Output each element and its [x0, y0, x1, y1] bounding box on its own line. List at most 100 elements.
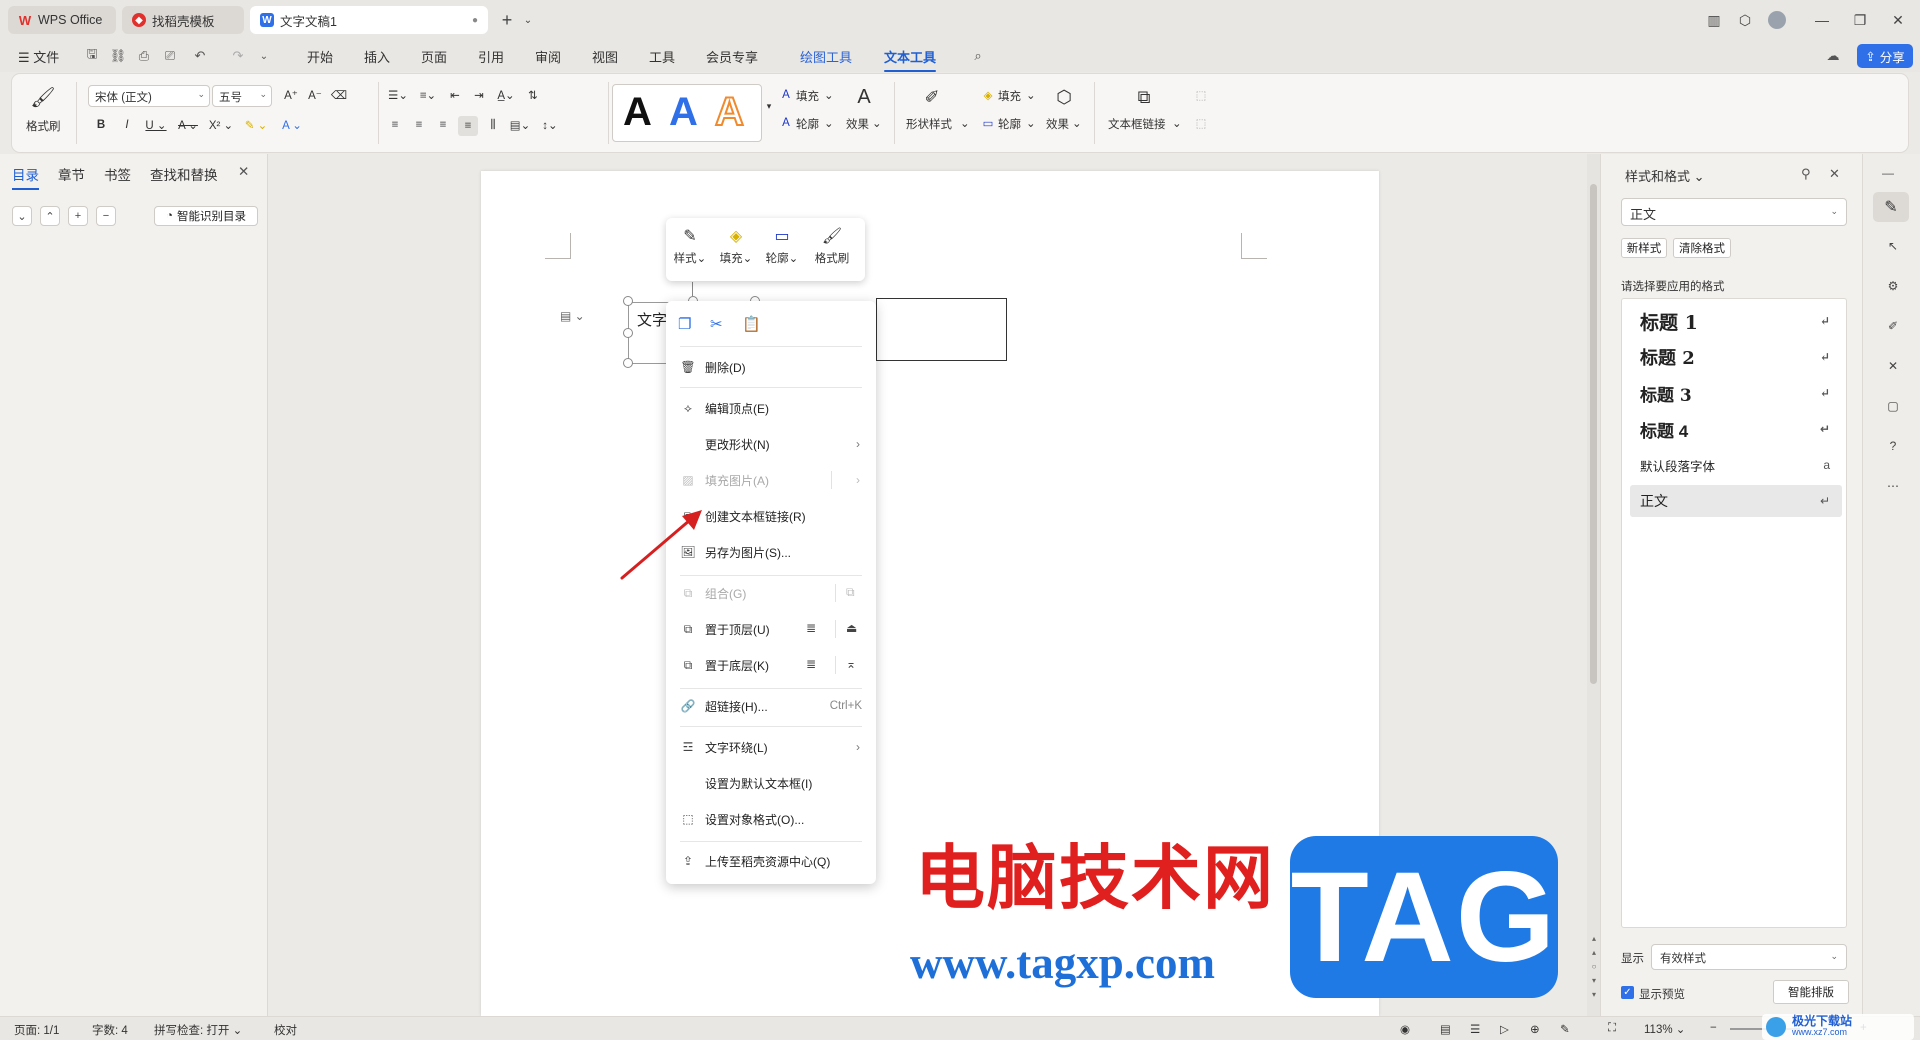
- menu-member[interactable]: 会员专享: [706, 47, 758, 66]
- fit-page-icon[interactable]: ⛶: [1608, 1022, 1616, 1035]
- web-view-icon[interactable]: ⊕: [1530, 1022, 1540, 1036]
- redo-icon[interactable]: ↷: [230, 48, 246, 64]
- sort-icon[interactable]: ⇅: [524, 86, 542, 104]
- print-preview-icon[interactable]: ⎚: [162, 48, 178, 64]
- menu-tools[interactable]: 工具: [649, 47, 675, 66]
- edit-image-icon[interactable]: ✐: [1883, 316, 1903, 336]
- spell-check[interactable]: 拼写检查: 打开 ⌄: [154, 1022, 242, 1038]
- tab-chapters[interactable]: 章节: [58, 164, 85, 184]
- page-view-icon[interactable]: ▤: [1440, 1022, 1451, 1036]
- format-painter-label[interactable]: 格式刷: [26, 118, 61, 134]
- menu-bring-to-front[interactable]: ⧉ 置于顶层(U) ≣ ⏏: [666, 614, 876, 644]
- current-style-select[interactable]: 正文 ⌄: [1621, 198, 1847, 226]
- bring-forward-icon[interactable]: ≣: [806, 621, 822, 637]
- text-fill-icon[interactable]: A: [778, 86, 794, 104]
- textbox-text[interactable]: 文字: [637, 309, 667, 330]
- share-button[interactable]: ⇪ 分享: [1857, 44, 1913, 68]
- line-spacing-icon[interactable]: ↕⌄: [538, 116, 562, 134]
- float-outline-button[interactable]: ▭ 轮廓⌄: [760, 226, 804, 276]
- menu-format-object[interactable]: ⬚ 设置对象格式(O)...: [666, 804, 876, 834]
- undo-icon[interactable]: ↶: [192, 48, 208, 64]
- second-textbox[interactable]: [876, 298, 1007, 361]
- font-name-select[interactable]: 宋体 (正文) ⌄: [88, 85, 210, 107]
- avatar[interactable]: [1768, 11, 1786, 29]
- collapse-chevron-icon[interactable]: ⌄: [12, 206, 32, 226]
- style-normal[interactable]: 正文 ↵: [1630, 485, 1842, 517]
- more-icon[interactable]: ⋯: [1883, 476, 1903, 496]
- shape-fill-label[interactable]: 填充: [998, 88, 1021, 104]
- font-size-select[interactable]: 五号 ⌄: [212, 85, 272, 107]
- word-count[interactable]: 字数: 4: [92, 1022, 128, 1038]
- outline-view-icon[interactable]: ☰: [1470, 1022, 1480, 1036]
- menu-drawing-tools[interactable]: 绘图工具: [800, 47, 852, 66]
- menu-text-wrap[interactable]: ☲ 文字环绕(L) ›: [666, 732, 876, 762]
- restore-icon[interactable]: ❐: [1850, 10, 1870, 30]
- text-effect-chevron-icon[interactable]: ⌄: [872, 116, 882, 130]
- next-textbox-icon[interactable]: ⬚: [1192, 86, 1210, 104]
- unsaved-dot-icon[interactable]: ●: [472, 15, 478, 26]
- menu-text-tools[interactable]: 文本工具: [884, 47, 937, 72]
- shape-outline-label[interactable]: 轮廓: [998, 116, 1021, 132]
- pen-mode-icon[interactable]: ✎: [1560, 1022, 1570, 1036]
- shape-outline-icon[interactable]: ▭: [980, 114, 996, 132]
- columns-icon[interactable]: ▤⌄: [508, 116, 532, 134]
- expand-chevron-icon[interactable]: ⌃: [40, 206, 60, 226]
- distribute-icon[interactable]: ⫼: [484, 116, 502, 134]
- show-preview-checkbox[interactable]: ✓: [1621, 986, 1634, 999]
- menu-home[interactable]: 开始: [307, 47, 333, 66]
- art-text-gallery[interactable]: A A A: [612, 84, 762, 142]
- menu-reference[interactable]: 引用: [478, 47, 504, 66]
- shape-fill-icon[interactable]: ◈: [980, 86, 996, 104]
- zoom-level[interactable]: 113% ⌄: [1644, 1022, 1685, 1036]
- page-count[interactable]: 页面: 1/1: [14, 1022, 59, 1038]
- minus-icon[interactable]: —: [1882, 166, 1894, 180]
- align-center-icon[interactable]: ≡: [410, 116, 428, 134]
- bold-icon[interactable]: B: [92, 116, 110, 134]
- menu-edit-points[interactable]: ⟡ 编辑顶点(E): [666, 393, 876, 423]
- close-panel-icon[interactable]: ✕: [1829, 166, 1840, 182]
- tab-bookmarks[interactable]: 书签: [104, 164, 131, 184]
- styles-panel-title[interactable]: 样式和格式 ⌄: [1625, 166, 1705, 185]
- menu-review[interactable]: 审阅: [535, 47, 561, 66]
- shape-outline-chevron-icon[interactable]: ⌄: [1026, 116, 1036, 130]
- shape-style-chevron-icon[interactable]: ⌄: [960, 116, 970, 130]
- chinese-layout-icon[interactable]: A̲⌄: [494, 86, 518, 104]
- tab-toc[interactable]: 目录: [12, 164, 39, 190]
- superscript-icon[interactable]: X² ⌄: [208, 116, 234, 134]
- align-right-icon[interactable]: ≡: [434, 116, 452, 134]
- display-filter-select[interactable]: 有效样式 ⌄: [1651, 944, 1847, 970]
- menu-hyperlink[interactable]: 🔗 超链接(H)... Ctrl+K: [666, 691, 876, 721]
- shape-style-icon[interactable]: ✐: [920, 84, 944, 110]
- textbox-link-chevron-icon[interactable]: ⌄: [1172, 116, 1182, 130]
- print-icon[interactable]: ⎙: [136, 48, 152, 64]
- book-icon[interactable]: ▢: [1883, 396, 1903, 416]
- menu-insert[interactable]: 插入: [364, 47, 390, 66]
- menu-fill-picture[interactable]: ▨ 填充图片(A) ›: [666, 465, 876, 495]
- style-heading-4[interactable]: 标题 4 ↵: [1630, 413, 1842, 445]
- shape-effect-chevron-icon[interactable]: ⌄: [1072, 116, 1082, 130]
- menu-delete[interactable]: 🗑 删除(D): [666, 352, 876, 382]
- art-text-orange[interactable]: A: [714, 89, 745, 135]
- style-pen-icon[interactable]: ✎: [1873, 192, 1909, 222]
- paste-icon[interactable]: 📋: [742, 315, 761, 333]
- link-icon[interactable]: ⛓: [110, 48, 127, 64]
- tab-docer[interactable]: ◆ 找稻壳模板: [122, 6, 244, 34]
- strikethrough-icon[interactable]: A ⌄: [176, 116, 200, 134]
- textbox-link-label[interactable]: 文本框链接: [1108, 116, 1166, 132]
- copy-icon[interactable]: ❐: [678, 315, 696, 333]
- menu-upload-docer[interactable]: ⇪ 上传至稻壳资源中心(Q): [666, 846, 876, 876]
- resize-handle[interactable]: [623, 328, 633, 338]
- menu-page[interactable]: 页面: [421, 47, 447, 66]
- save-icon[interactable]: 🖫: [84, 46, 100, 64]
- art-gallery-more-icon[interactable]: ▾: [764, 86, 774, 126]
- style-heading-1[interactable]: 标题 1 ↵: [1630, 305, 1842, 337]
- shape-style-label[interactable]: 形状样式: [906, 116, 952, 132]
- text-outline-chevron-icon[interactable]: ⌄: [824, 116, 834, 130]
- tab-list-chevron-icon[interactable]: ⌄: [518, 10, 538, 30]
- underline-icon[interactable]: U ⌄: [144, 116, 168, 134]
- cloud-icon[interactable]: ☁: [1825, 48, 1841, 64]
- clear-format-icon[interactable]: ⌫: [330, 86, 348, 104]
- vertical-scrollbar[interactable]: [1587, 154, 1600, 1016]
- send-below-text-icon[interactable]: ⌅: [846, 657, 862, 673]
- adjust-sliders-icon[interactable]: ⚙: [1883, 276, 1903, 296]
